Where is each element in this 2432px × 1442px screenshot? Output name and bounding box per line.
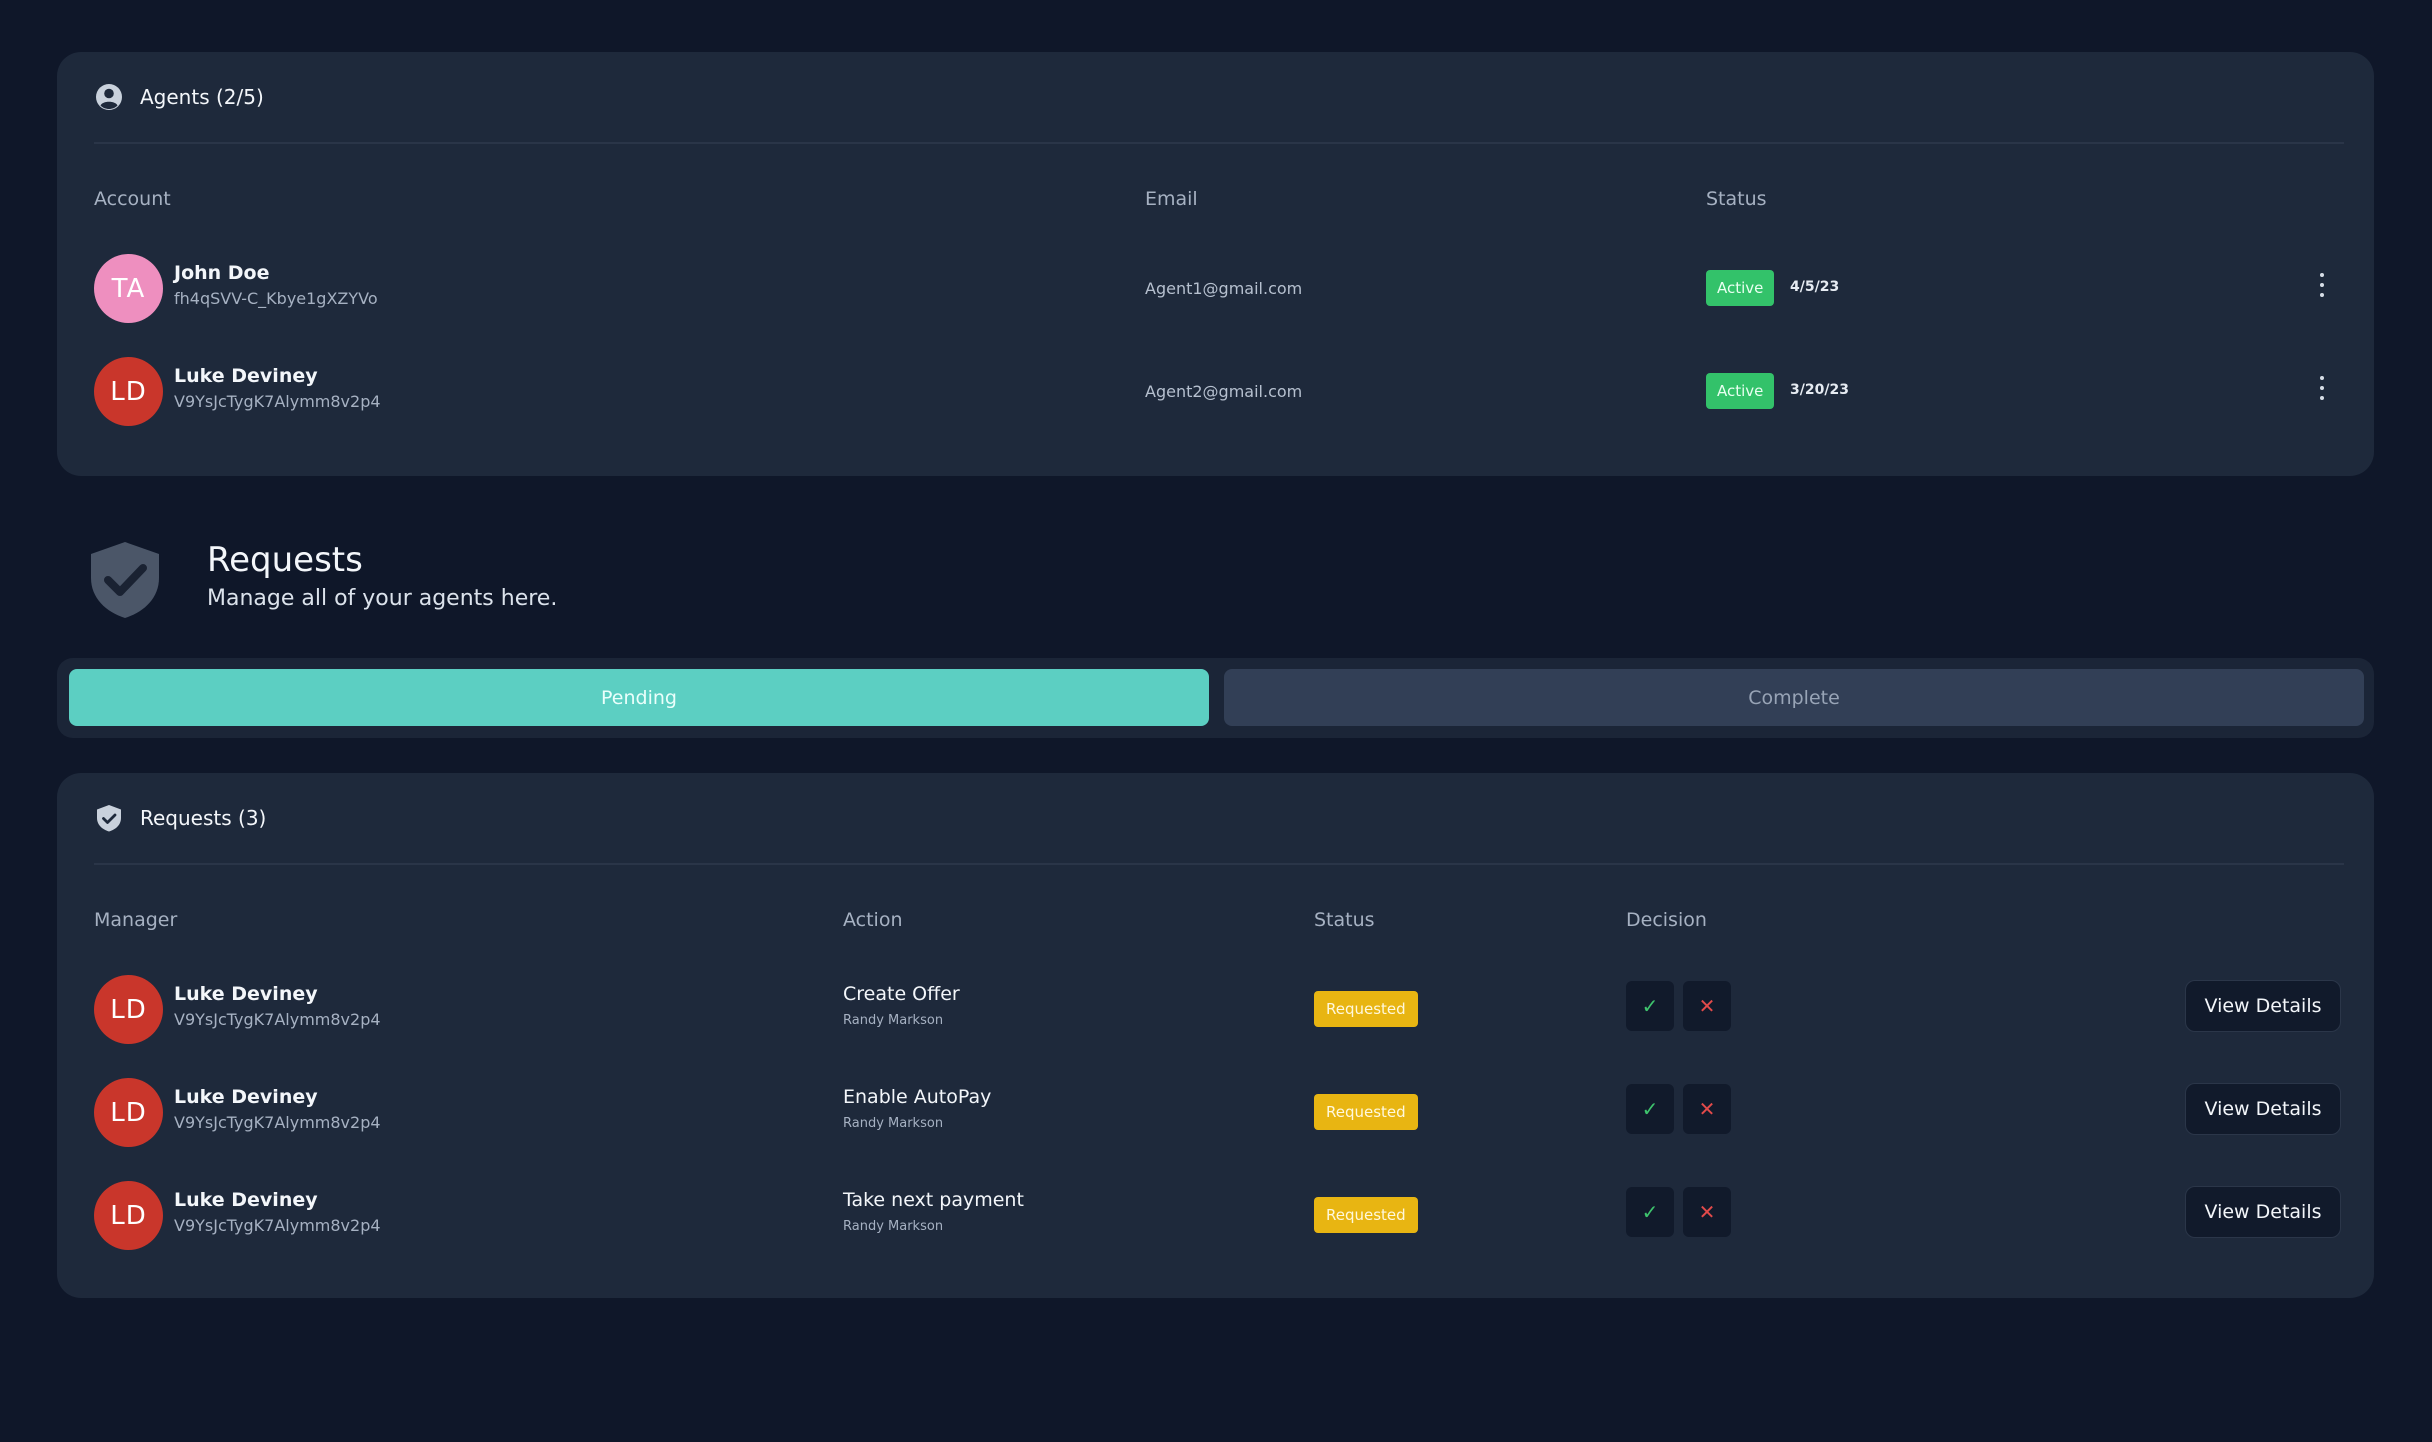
user-circle-icon [94,82,124,112]
requests-tabs: Pending Complete [57,658,2374,738]
view-details-button[interactable]: View Details [2185,1083,2341,1135]
agents-card-title: Agents (2/5) [140,85,264,109]
avatar: LD [94,975,163,1044]
requests-card-header: Requests (3) [94,773,2344,865]
view-details-button[interactable]: View Details [2185,980,2341,1032]
request-row: LD Luke Deviney V9YsJcTygK7Alymm8v2p4 Cr… [94,965,2344,1045]
request-row: LD Luke Deviney V9YsJcTygK7Alymm8v2p4 Ta… [94,1171,2344,1251]
reject-button[interactable]: ✕ [1683,981,1731,1031]
action-title: Take next payment [843,1189,1024,1211]
view-details-button[interactable]: View Details [2185,1186,2341,1238]
agent-id: V9YsJcTygK7Alymm8v2p4 [174,392,381,411]
status-date: 4/5/23 [1790,279,1840,295]
kebab-menu-icon[interactable] [2312,270,2332,300]
requests-title: Requests [207,540,363,580]
reject-button[interactable]: ✕ [1683,1084,1731,1134]
col-head-status: Status [1706,188,1767,210]
tab-complete[interactable]: Complete [1224,669,2364,726]
col-head-decision: Decision [1626,909,1707,931]
manager-name: Luke Deviney [174,1086,318,1108]
close-icon: ✕ [1698,994,1716,1018]
agent-id: fh4qSVV-C_Kbye1gXZYVo [174,289,378,308]
agent-row: TA John Doe fh4qSVV-C_Kbye1gXZYVo Agent1… [94,244,2344,324]
reject-button[interactable]: ✕ [1683,1187,1731,1237]
shield-check-icon [94,803,124,833]
manager-name: Luke Deviney [174,1189,318,1211]
action-requester: Randy Markson [843,1116,944,1131]
page: Agents (2/5) Account Email Status TA Joh… [0,0,2432,1442]
status-badge: Active [1706,270,1775,306]
avatar: TA [94,254,163,323]
status-badge: Requested [1314,1197,1418,1233]
check-icon: ✓ [1641,1200,1659,1224]
agents-card-header: Agents (2/5) [94,52,2344,144]
status-badge: Active [1706,373,1775,409]
close-icon: ✕ [1698,1200,1716,1224]
agent-row: LD Luke Deviney V9YsJcTygK7Alymm8v2p4 Ag… [94,347,2344,427]
action-requester: Randy Markson [843,1013,944,1028]
manager-id: V9YsJcTygK7Alymm8v2p4 [174,1113,381,1132]
check-icon: ✓ [1641,1097,1659,1121]
action-title: Enable AutoPay [843,1086,992,1108]
agent-email: Agent1@gmail.com [1145,279,1303,298]
close-icon: ✕ [1698,1097,1716,1121]
col-head-status: Status [1314,909,1375,931]
avatar: LD [94,1181,163,1250]
col-head-account: Account [94,188,171,210]
status-badge: Requested [1314,1094,1418,1130]
tab-pending[interactable]: Pending [69,669,1209,726]
col-head-manager: Manager [94,909,178,931]
avatar: LD [94,357,163,426]
request-row: LD Luke Deviney V9YsJcTygK7Alymm8v2p4 En… [94,1068,2344,1148]
status-badge: Requested [1314,991,1418,1027]
avatar: LD [94,1078,163,1147]
manager-name: Luke Deviney [174,983,318,1005]
approve-button[interactable]: ✓ [1626,1084,1674,1134]
requests-subtitle: Manage all of your agents here. [207,586,558,611]
status-date: 3/20/23 [1790,382,1849,398]
action-title: Create Offer [843,983,960,1005]
requests-card-title: Requests (3) [140,806,267,830]
shield-check-icon [87,540,163,620]
approve-button[interactable]: ✓ [1626,981,1674,1031]
approve-button[interactable]: ✓ [1626,1187,1674,1237]
agent-name: Luke Deviney [174,365,318,387]
kebab-menu-icon[interactable] [2312,373,2332,403]
agent-name: John Doe [174,262,270,284]
action-requester: Randy Markson [843,1219,944,1234]
col-head-action: Action [843,909,903,931]
requests-intro: Requests Manage all of your agents here. [87,540,787,620]
requests-card: Requests (3) Manager Action Status Decis… [57,773,2374,1298]
col-head-email: Email [1145,188,1198,210]
check-icon: ✓ [1641,994,1659,1018]
agent-email: Agent2@gmail.com [1145,382,1303,401]
manager-id: V9YsJcTygK7Alymm8v2p4 [174,1010,381,1029]
agents-card: Agents (2/5) Account Email Status TA Joh… [57,52,2374,476]
manager-id: V9YsJcTygK7Alymm8v2p4 [174,1216,381,1235]
